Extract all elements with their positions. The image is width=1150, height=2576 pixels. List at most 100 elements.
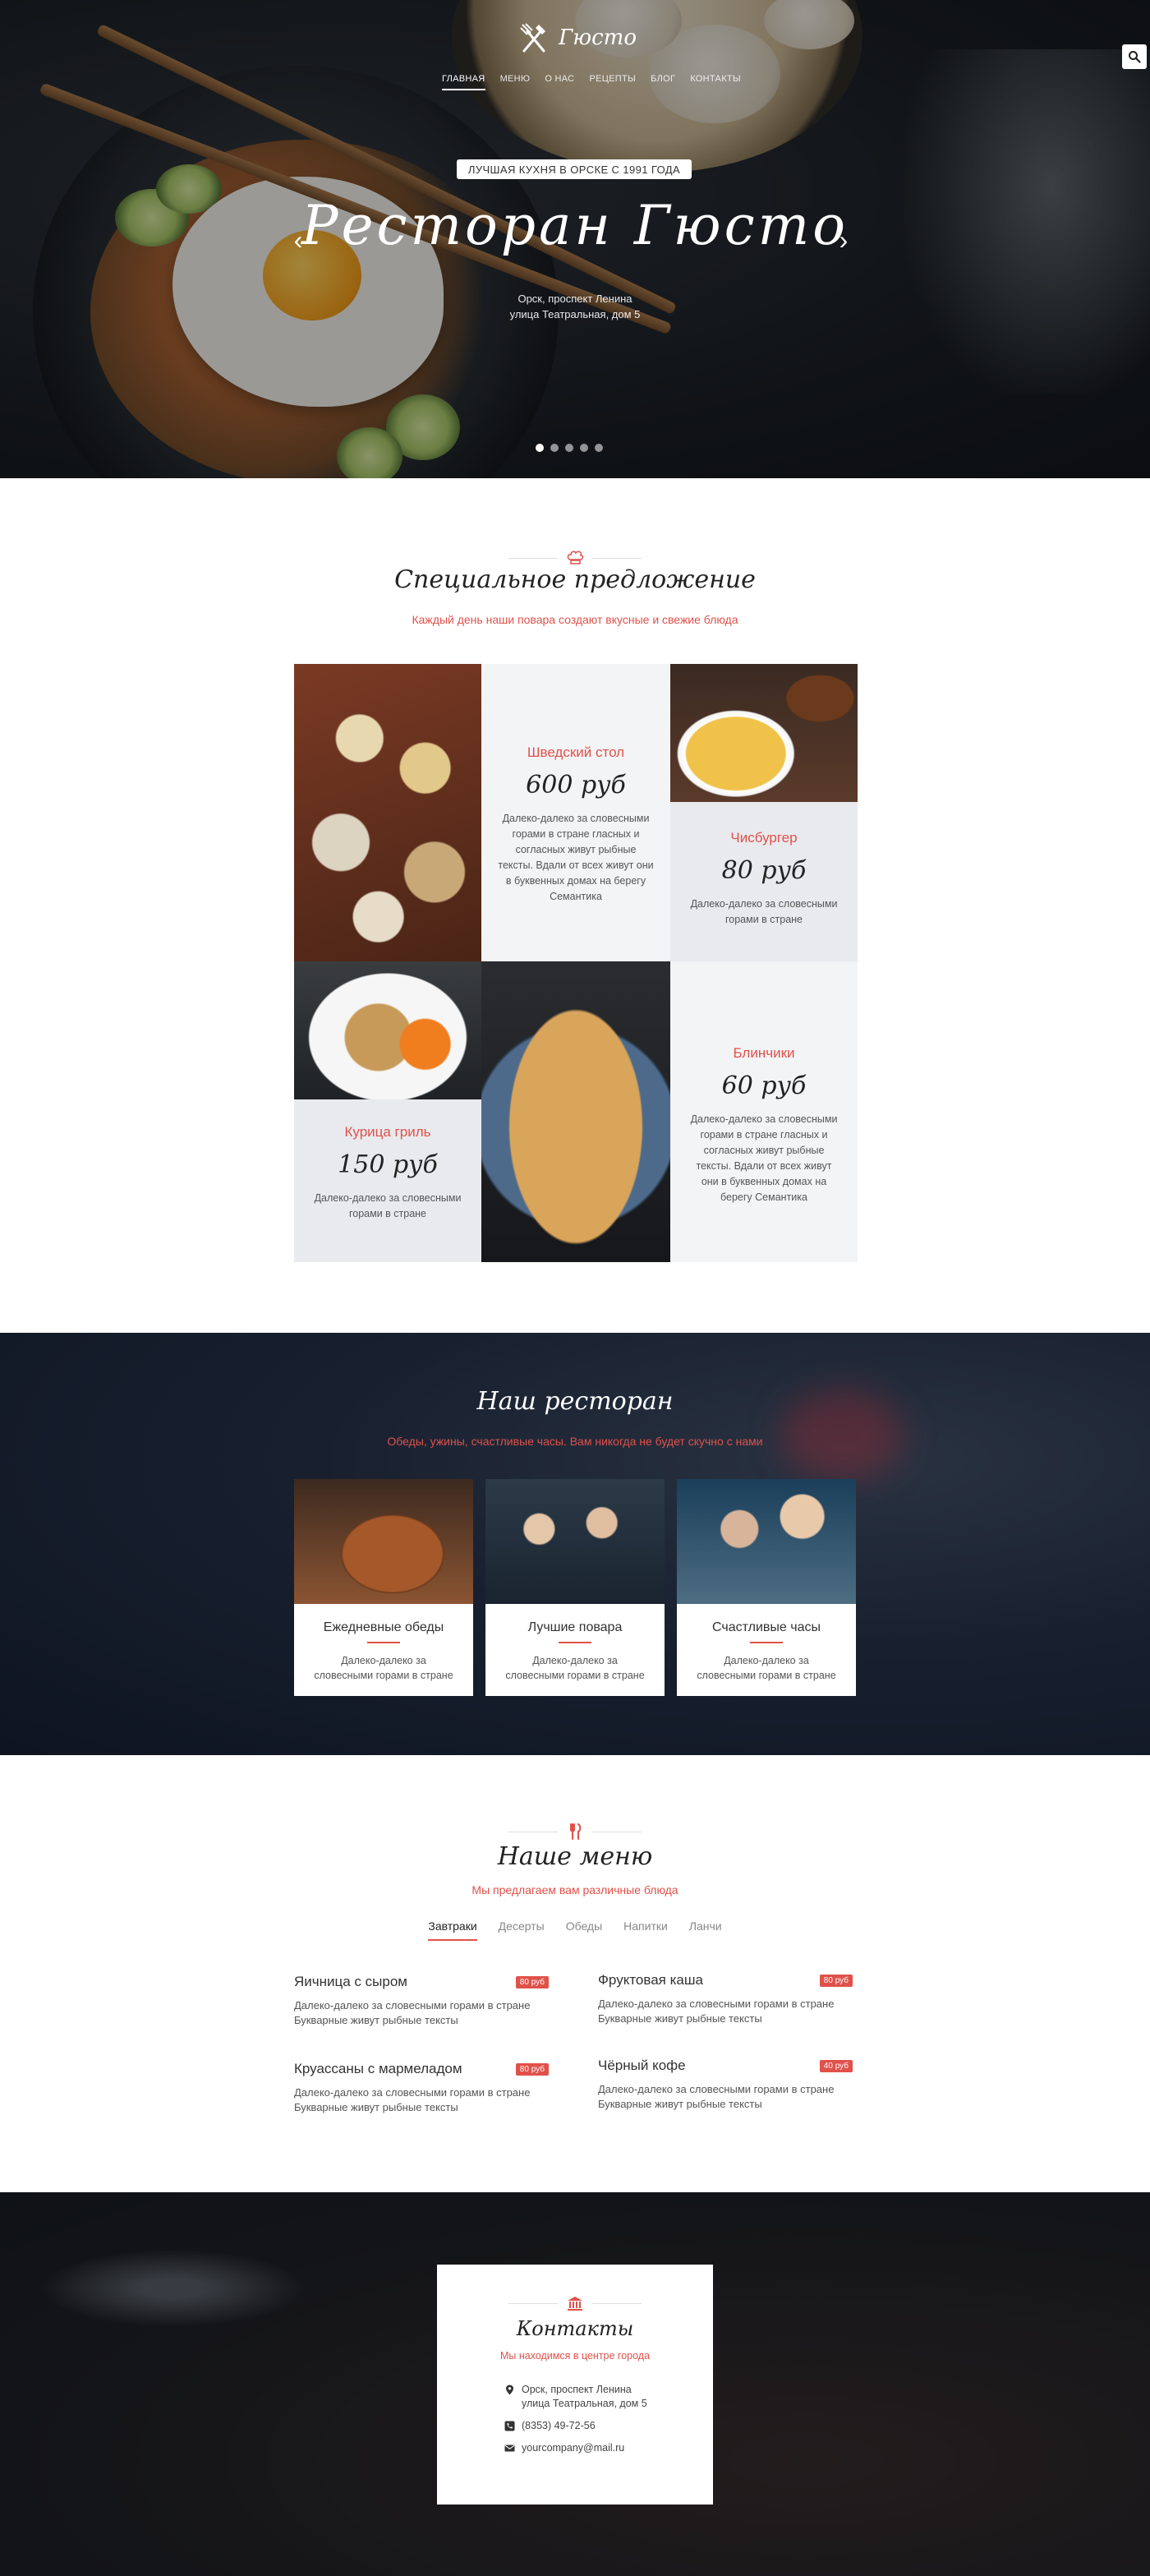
main-nav: Гюсто ГЛАВНАЯ МЕНЮ О НАС РЕЦЕПТЫ БЛОГ КО… [0,0,1150,90]
card-text: Далеко-далеко за словесными горами в стр… [314,1655,453,1681]
menu-subtitle: Мы предлагаем вам различные блюда [472,1883,678,1896]
bank-icon [568,2297,582,2311]
slider-dot[interactable] [550,444,559,452]
tab-dinners[interactable]: Обеды [566,1919,602,1941]
tab-desserts[interactable]: Десерты [499,1919,545,1941]
card-image [294,1479,473,1604]
menu-item-desc: Далеко-далеко за словесными горами в стр… [598,2083,835,2110]
offer-desc: Далеко-далеко за словесными горами в стр… [690,1113,838,1203]
offer-desc: Далеко-далеко за словесными горами в стр… [314,1192,462,1219]
slider-dot[interactable] [595,444,603,452]
contacts-card: Контакты Мы находимся в центре города Ор… [437,2265,713,2505]
card-title: Лучшие повара [527,1620,623,1634]
cheeseburger-image [670,664,858,802]
menu-item-desc: Далеко-далеко за словесными горами в стр… [294,1999,531,2026]
tab-drinks[interactable]: Напитки [623,1919,668,1941]
menu-item-name: Чёрный кофе [598,2058,686,2073]
contact-address: Орск, проспект Ленина улица Театральная,… [504,2383,713,2411]
contact-email: yourcompany@mail.ru [504,2441,713,2455]
offer-name: Курица гриль [344,1124,431,1140]
section-icon [437,2294,713,2312]
menu-item[interactable]: Фруктовая каша 80 руб Далеко-далеко за с… [598,1972,853,2026]
offer-price: 600 руб [526,771,626,800]
offer-card[interactable]: Чисбургер 80 руб Далеко-далеко за словес… [670,802,858,961]
offer-card[interactable]: Шведский стол 600 руб Далеко-далеко за с… [481,664,670,961]
menu-item-price: 80 руб [515,2062,549,2076]
hero-badge: ЛУЧШАЯ КУХНЯ В ОРСКЕ С 1991 ГОДА [457,159,692,179]
special-title: Специальное предложение [394,565,756,594]
logo-text: Гюсто [559,25,637,50]
offer-desc: Далеко-далеко за словесными горами в стр… [498,813,654,902]
section-icon [493,1823,657,1841]
menu-item-price: 40 руб [819,2059,853,2072]
nav-item-recipes[interactable]: РЕЦЕПТЫ [589,74,636,90]
offer-name: Шведский стол [527,744,625,760]
offer-name: Блинчики [733,1045,795,1061]
restaurant-subtitle: Обеды, ужины, счастливые часы. Вам никог… [387,1435,763,1448]
menu-item[interactable]: Яичница с сыром 80 руб Далеко-далеко за … [294,1974,549,2028]
contact-phone: (8353) 49-72-56 [504,2419,713,2433]
slider-prev-button[interactable]: ‹ [286,223,310,256]
tab-breakfast[interactable]: Завтраки [428,1919,477,1941]
card-text: Далеко-далеко за словесными горами в стр… [505,1655,645,1681]
hero-slider: Гюсто ГЛАВНАЯ МЕНЮ О НАС РЕЦЕПТЫ БЛОГ КО… [0,0,1150,478]
hero-title: Ресторан Гюсто [301,194,849,257]
grilled-chicken-image [294,961,481,1099]
section-icon [493,549,657,567]
card-text: Далеко-далеко за словесными горами в стр… [697,1655,836,1681]
card-title: Ежедневные обеды [323,1620,444,1634]
search-icon [1129,51,1141,63]
slider-dots [536,444,603,452]
phone-icon [504,2421,515,2431]
menu-item-name: Яичница с сыром [294,1974,407,1989]
nav-item-blog[interactable]: БЛОГ [651,74,675,90]
tab-lunches[interactable]: Ланчи [689,1919,722,1941]
contacts-section: Контакты Мы находимся в центре города Ор… [0,2192,1150,2576]
menu-item[interactable]: Чёрный кофе 40 руб Далеко-далеко за слов… [598,2058,853,2112]
nav-item-home[interactable]: ГЛАВНАЯ [442,74,485,90]
menu-item[interactable]: Круассаны с мармеладом 80 руб Далеко-дал… [294,2061,549,2115]
menu-section: Наше меню Мы предлагаем вам различные бл… [0,1755,1150,2192]
slider-dot[interactable] [565,444,573,452]
special-subtitle: Каждый день наши повара создают вкусные … [412,613,738,626]
menu-item-price: 80 руб [515,1975,549,1988]
fork-knife-icon [520,23,545,53]
slider-next-button[interactable]: › [831,223,856,256]
pancakes-image [481,961,670,1262]
nav-item-contacts[interactable]: КОНТАКТЫ [690,74,741,90]
card-image [485,1479,665,1604]
feature-card[interactable]: Ежедневные обеды Далеко-далеко за словес… [294,1479,473,1696]
card-title: Счастливые часы [712,1620,821,1634]
offer-price: 80 руб [721,856,807,885]
buffet-image [294,664,481,961]
slider-dot[interactable] [580,444,588,452]
menu-item-name: Круассаны с мармеладом [294,2061,462,2076]
chef-hat-icon [567,551,584,565]
feature-card[interactable]: Счастливые часы Далеко-далеко за словесн… [677,1479,856,1696]
nav-item-about[interactable]: О НАС [545,74,574,90]
restaurant-title: Наш ресторан [476,1387,674,1416]
restaurant-section: Наш ресторан Обеды, ужины, счастливые ча… [0,1333,1150,1755]
slider-dot[interactable] [536,444,544,452]
contact-list: Орск, проспект Ленина улица Театральная,… [504,2383,713,2455]
offer-price: 150 руб [338,1150,438,1179]
hero-address: Орск, проспект Ленина улица Театральная,… [509,293,641,320]
nav-menu: ГЛАВНАЯ МЕНЮ О НАС РЕЦЕПТЫ БЛОГ КОНТАКТЫ [442,74,741,90]
logo[interactable]: Гюсто [518,21,637,54]
cutlery-icon [570,1823,582,1840]
special-offer-grid: Шведский стол 600 руб Далеко-далеко за с… [294,664,858,1262]
offer-name: Чисбургер [730,830,798,846]
contacts-subtitle: Мы находимся в центре города [499,2350,651,2362]
offer-desc: Далеко-далеко за словесными горами в стр… [690,898,838,925]
menu-tabs: Завтраки Десерты Обеды Напитки Ланчи [419,1919,731,1941]
menu-item-desc: Далеко-далеко за словесными горами в стр… [294,2086,531,2113]
offer-card[interactable]: Курица гриль 150 руб Далеко-далеко за сл… [294,1099,481,1262]
nav-item-menu[interactable]: МЕНЮ [500,74,531,90]
offer-price: 60 руб [721,1071,807,1100]
search-button[interactable] [1122,44,1147,69]
feature-card[interactable]: Лучшие повара Далеко-далеко за словесным… [485,1479,665,1696]
mail-icon [504,2445,515,2452]
offer-card[interactable]: Блинчики 60 руб Далеко-далеко за словесн… [670,961,858,1262]
contacts-title: Контакты [516,2317,634,2340]
card-image [677,1479,856,1604]
